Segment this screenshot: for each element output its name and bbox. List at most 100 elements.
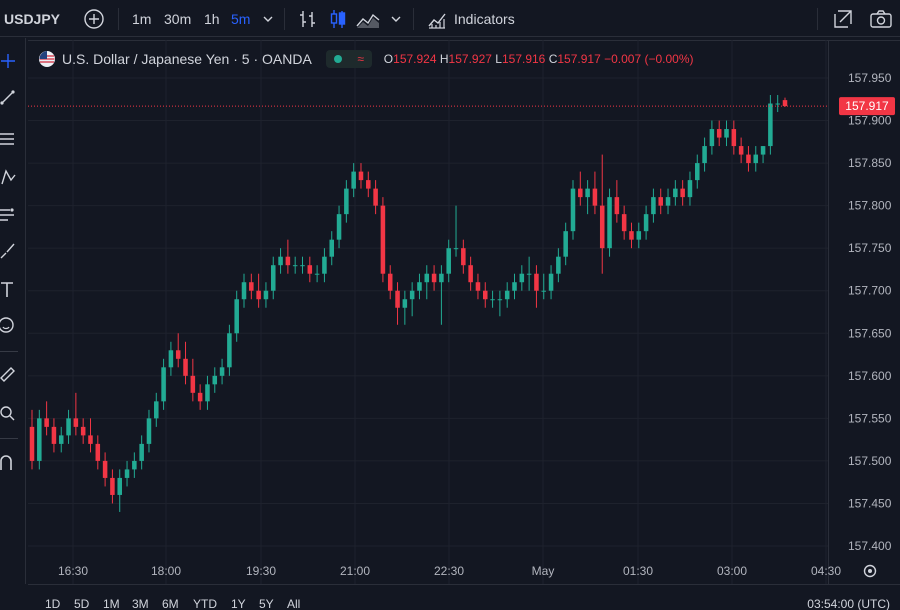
candle [278,248,283,274]
low-label: L [495,52,502,66]
ohlc-values: O157.924 H157.927 L157.916 C157.917 −0.0… [384,52,694,66]
candle-body [636,231,642,240]
high-value: 157.927 [448,52,492,66]
price-tick-label: 157.700 [848,284,892,298]
candle-body [629,231,634,240]
price-chart[interactable]: 157.950 157.900 157.850 157.800 157.750 157.7… [0,0,900,610]
candle [234,290,239,342]
range-6m-button[interactable]: 6M [162,597,179,610]
range-ytd-button[interactable]: YTD [193,597,217,610]
candle-body [387,273,393,291]
candle [782,97,788,107]
candle-body [651,197,656,215]
candle [475,273,481,300]
time-tick-label: May [532,564,555,578]
market-status-pill[interactable]: ≈ [325,50,372,68]
chart-settings-gear-icon[interactable] [863,564,877,578]
candle-body [256,290,261,300]
delayed-data-icon: ≈ [357,52,364,66]
price-axis[interactable]: 157.950 157.900 157.850 157.800 157.750 157.7… [839,71,895,553]
open-label: O [383,52,394,66]
candle-body [175,350,181,359]
candle [453,205,459,257]
candle [512,273,517,300]
candle-body [665,197,671,206]
price-tick-label: 157.500 [848,454,892,468]
candle [446,239,451,283]
candle-body [475,282,481,291]
candle [599,154,605,274]
candle [80,418,86,444]
candle [344,180,349,223]
candle [117,469,122,512]
candle-body [29,426,35,461]
candle-body [402,299,408,308]
candle-body [300,265,305,267]
candle-body [702,146,707,164]
range-5y-button[interactable]: 5Y [259,597,274,610]
candle-body [292,265,298,267]
timeframe-bar: 1D 5D 1M 3M 6M YTD 1Y 5Y All [0,590,900,610]
candle-body [351,171,356,189]
candle [504,282,510,308]
candle-body [417,282,422,291]
candle [629,222,634,249]
candle-body [775,103,780,105]
candle [205,375,210,410]
symbol-title[interactable]: U.S. Dollar / Japanese Yen · 5 · OANDA [62,51,312,67]
candle-body [512,282,517,291]
close-value: 157.917 [557,52,601,66]
candle-body [212,375,218,385]
candle [439,265,444,325]
candle-body [409,290,415,300]
candle [607,188,612,257]
range-1d-button[interactable]: 1D [45,597,60,610]
range-5d-button[interactable]: 5D [74,597,89,610]
range-1m-button[interactable]: 1M [103,597,120,610]
candle-body [139,443,144,461]
range-3m-button[interactable]: 3M [132,597,149,610]
open-value: 157.924 [393,52,437,66]
candle [409,282,415,317]
candle [570,180,576,240]
utc-clock[interactable]: 03:54:00 (UTC) [807,597,890,610]
candle [519,265,525,291]
candle-body [263,290,269,300]
candle [585,180,590,215]
price-tick-label: 157.950 [848,71,892,85]
candle [102,452,108,487]
candle-body [285,256,291,266]
candle [168,341,174,376]
candle [336,205,342,249]
candle-body [73,418,79,427]
candle [431,265,437,291]
candle [37,409,42,470]
candle-body [746,154,751,164]
candle [358,163,364,189]
time-tick-label: 18:00 [151,564,181,578]
range-1y-button[interactable]: 1Y [231,597,246,610]
time-axis[interactable]: 16:30 18:00 19:30 21:00 22:30 May 01:30 03:00 04… [58,564,877,578]
candle-body [607,197,612,249]
candle [417,273,422,300]
candle [219,358,225,385]
price-tick-label: 157.900 [848,114,892,128]
candlestick-series [28,95,828,512]
candle-body [490,299,495,301]
high-label: H [439,52,449,66]
candle [314,265,320,283]
candle [621,205,627,240]
candle [614,180,620,223]
candle [716,120,722,147]
candle-body [439,273,444,283]
range-all-button[interactable]: All [287,597,300,610]
candle [658,188,663,215]
candle-body [110,477,115,495]
candle-body [249,282,254,291]
price-tick-label: 157.400 [848,539,892,553]
candle [395,282,400,325]
time-axis-border [28,584,900,585]
candle-body [431,273,437,283]
candle [256,273,261,308]
candle [300,256,305,274]
